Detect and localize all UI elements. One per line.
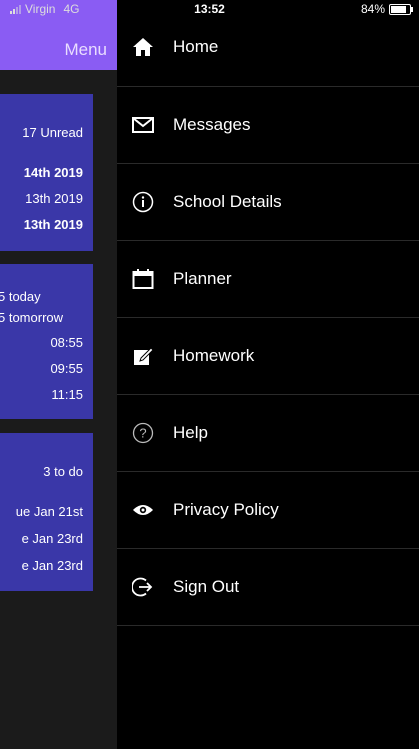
nav-item-help[interactable]: ? Help [117, 394, 419, 472]
calendar-icon [130, 266, 156, 292]
nav-item-home[interactable]: Home [117, 8, 419, 87]
nav-label: Home [173, 37, 219, 56]
menu-button[interactable]: Menu [64, 40, 107, 60]
nav-item-school-details[interactable]: School Details [117, 163, 419, 241]
navigation-drawer: Home Messages School Details Planner Hom… [117, 0, 419, 749]
nav-item-privacy-policy[interactable]: Privacy Policy [117, 471, 419, 549]
lesson-time: 09:55 [50, 361, 83, 376]
nav-item-messages[interactable]: Messages [117, 86, 419, 164]
nav-label: Homework [173, 345, 255, 365]
today-count: 5 today [0, 289, 41, 304]
homework-due: e Jan 23rd [21, 558, 83, 573]
message-date: 13th 2019 [23, 217, 83, 232]
nav-item-homework[interactable]: Homework [117, 317, 419, 395]
status-time: 13:52 [194, 2, 225, 16]
sign-out-icon [130, 574, 156, 600]
battery-icon [389, 3, 413, 15]
help-icon: ? [130, 420, 156, 446]
tomorrow-count: 5 tomorrow [0, 310, 64, 325]
dashboard-background: Menu 17 Unread 14th 2019 13th 2019 13th … [0, 0, 117, 749]
lesson-time: 08:55 [50, 335, 83, 350]
nav-label: Planner [173, 268, 232, 288]
battery-percent: 84% [360, 2, 385, 16]
message-date: 13th 2019 [25, 191, 83, 206]
schedule-card[interactable]: 5 today 5 tomorrow 08:55 09:55 11:15 [0, 264, 93, 419]
homework-due: ue Jan 21st [15, 504, 83, 519]
homework-card[interactable]: 3 to do ue Jan 21st e Jan 23rd e Jan 23r… [0, 433, 93, 591]
home-icon [130, 34, 156, 60]
eye-icon [130, 497, 156, 523]
nav-label: Sign Out [173, 576, 240, 596]
messages-card[interactable]: 17 Unread 14th 2019 13th 2019 13th 2019 [0, 94, 93, 251]
message-date: 14th 2019 [23, 165, 83, 180]
nav-label: Help [173, 422, 208, 442]
nav-label: School Details [173, 191, 282, 211]
nav-label: Privacy Policy [173, 499, 279, 519]
nav-item-sign-out[interactable]: Sign Out [117, 548, 419, 626]
nav-item-planner[interactable]: Planner [117, 240, 419, 318]
lesson-time: 11:15 [51, 387, 83, 402]
unread-count: 17 Unread [22, 125, 83, 140]
homework-due: e Jan 23rd [21, 531, 83, 546]
envelope-icon [130, 112, 156, 138]
battery-indicator: 84% [360, 2, 413, 16]
svg-text:?: ? [139, 425, 146, 440]
status-bar: Virgin 4G 13:52 84% [0, 0, 419, 18]
homework-todo: 3 to do [43, 464, 83, 479]
nav-label: Messages [173, 114, 251, 134]
edit-icon [130, 343, 156, 369]
info-icon [130, 189, 156, 215]
